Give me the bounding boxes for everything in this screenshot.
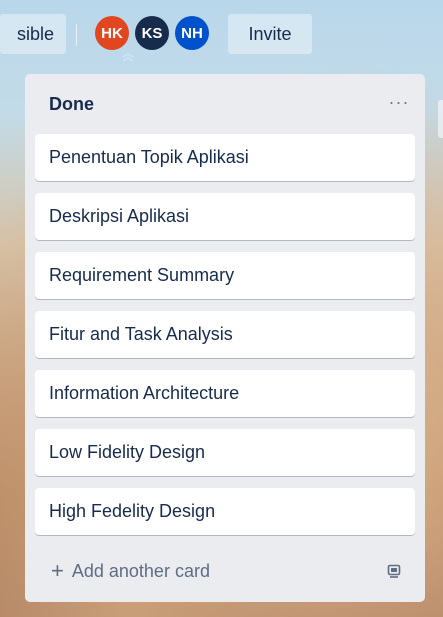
avatar-hk[interactable]: HK (95, 16, 129, 50)
avatar-ks[interactable]: KS (135, 16, 169, 50)
add-card-label: Add another card (71, 560, 210, 581)
card[interactable]: Penentuan Topik Aplikasi (35, 134, 415, 181)
invite-button[interactable]: Invite (228, 14, 312, 54)
card-template-svg (387, 564, 401, 578)
card-title: Fitur and Task Analysis (49, 324, 233, 344)
card-title: Information Architecture (49, 383, 240, 403)
add-card-button[interactable]: + Add another card (35, 551, 379, 591)
list-title[interactable]: Done (49, 94, 94, 115)
board-header: sible HK KS NH Invite (0, 10, 443, 62)
card-title: Deskripsi Aplikasi (49, 206, 190, 226)
card-title: Penentuan Topik Aplikasi (49, 147, 249, 167)
plus-icon: + (51, 558, 64, 583)
admin-chevron-icon (122, 53, 134, 62)
list-menu-button[interactable]: ··· (385, 90, 413, 114)
card-list: Penentuan Topik Aplikasi Deskripsi Aplik… (35, 134, 415, 547)
card[interactable]: Deskripsi Aplikasi (35, 193, 415, 240)
card[interactable]: High Fedelity Design (35, 488, 415, 535)
avatar-nh[interactable]: NH (175, 16, 209, 50)
card[interactable]: Requirement Summary (35, 252, 415, 299)
avatar-initials: NH (181, 24, 203, 42)
list-footer: + Add another card (35, 551, 415, 591)
card[interactable]: Low Fidelity Design (35, 429, 415, 476)
list-done: Done ··· Penentuan Topik Aplikasi Deskri… (25, 74, 425, 602)
visibility-label: sible (16, 23, 54, 44)
avatar-initials: KS (141, 24, 163, 42)
invite-label: Invite (248, 23, 292, 44)
card-title: Requirement Summary (49, 265, 235, 285)
card-title: High Fedelity Design (49, 501, 216, 521)
header-divider (76, 24, 77, 46)
member-avatars: HK KS NH (95, 16, 215, 52)
card-template-icon[interactable] (379, 556, 409, 586)
list-header: Done ··· (25, 74, 425, 134)
card[interactable]: Fitur and Task Analysis (35, 311, 415, 358)
next-list-edge[interactable] (438, 100, 443, 138)
visibility-button[interactable]: sible (0, 14, 66, 54)
card-title: Low Fidelity Design (49, 442, 206, 462)
more-icon: ··· (388, 91, 410, 112)
avatar-initials: HK (101, 24, 123, 42)
card[interactable]: Information Architecture (35, 370, 415, 417)
